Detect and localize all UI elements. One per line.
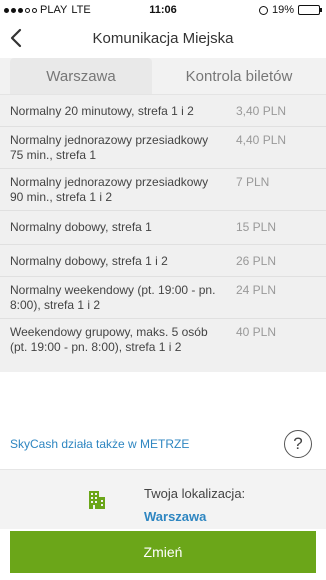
ticket-row[interactable]: Normalny 20 minutowy, strefa 1 i 2 3,40 … <box>0 95 326 127</box>
ticket-price: 15 PLN <box>236 220 277 234</box>
location-label: Twoja lokalizacja: <box>144 486 246 501</box>
tab-kontrola-biletow[interactable]: Kontrola biletów <box>152 58 326 94</box>
ticket-name: Weekendowy grupowy, maks. 5 osób (pt. 19… <box>10 325 208 354</box>
page-title: Komunikacja Miejska <box>92 30 234 47</box>
ticket-price-list: Normalny 20 minutowy, strefa 1 i 2 3,40 … <box>0 94 326 372</box>
tab-warszawa[interactable]: Warszawa <box>10 58 152 94</box>
ticket-price: 40 PLN <box>236 325 277 339</box>
ticket-price: 4,40 PLN <box>236 133 287 147</box>
ticket-price: 3,40 PLN <box>236 104 287 118</box>
ticket-row[interactable]: Normalny weekendowy (pt. 19:00 - pn. 8:0… <box>0 277 326 319</box>
nav-bar: Komunikacja Miejska <box>0 20 326 58</box>
help-button[interactable]: ? <box>284 430 312 458</box>
battery-icon <box>298 5 322 15</box>
ticket-price: 7 PLN <box>236 175 270 189</box>
change-location-button[interactable]: Zmień <box>10 531 316 573</box>
ticket-row[interactable]: Normalny dobowy, strefa 1 15 PLN <box>0 211 326 245</box>
skycash-metro-link[interactable]: SkyCash działa także w METRZE <box>10 437 189 451</box>
location-value: Warszawa <box>144 509 207 524</box>
ticket-name: Normalny weekendowy (pt. 19:00 - pn. 8:0… <box>10 283 216 312</box>
ticket-name: Normalny 20 minutowy, strefa 1 i 2 <box>10 104 194 118</box>
status-right: 19% <box>258 4 322 16</box>
battery-percent: 19% <box>271 4 294 16</box>
ticket-name: Normalny dobowy, strefa 1 i 2 <box>10 254 168 268</box>
ticket-row[interactable]: Weekendowy grupowy, maks. 5 osób (pt. 19… <box>0 319 326 373</box>
tab-bar: Warszawa Kontrola biletów <box>0 58 326 94</box>
ticket-name: Normalny jednorazowy przesiadkowy 75 min… <box>10 133 209 162</box>
status-bar: PLAY LTE 11:06 19% <box>0 0 326 20</box>
ticket-name: Normalny jednorazowy przesiadkowy 90 min… <box>10 175 209 204</box>
ticket-row[interactable]: Normalny jednorazowy przesiadkowy 90 min… <box>0 169 326 211</box>
ticket-price: 24 PLN <box>236 283 277 297</box>
ticket-row[interactable]: Normalny dobowy, strefa 1 i 2 26 PLN <box>0 245 326 277</box>
ticket-price: 26 PLN <box>236 254 277 268</box>
location-bar: Twoja lokalizacja: Warszawa <box>0 469 326 529</box>
ticket-row[interactable]: Normalny jednorazowy przesiadkowy 75 min… <box>0 127 326 169</box>
ticket-name: Normalny dobowy, strefa 1 <box>10 220 152 234</box>
alarm-icon <box>258 5 268 15</box>
help-icon: ? <box>293 434 303 453</box>
building-icon <box>89 491 105 509</box>
